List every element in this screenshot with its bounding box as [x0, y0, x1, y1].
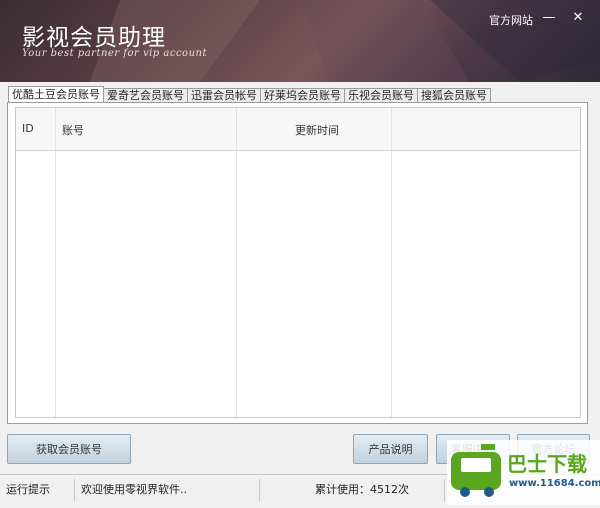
tab-youku[interactable]: 优酷土豆会员账号 [8, 86, 104, 103]
tab-panel: ID 账号 更新时间 [7, 102, 588, 424]
column-header-id: ID [22, 122, 34, 135]
column-id: ID [16, 108, 56, 417]
product-info-button[interactable]: 产品说明 [353, 434, 428, 464]
column-extra [392, 108, 580, 417]
status-message: 欢迎使用零视界软件.. [75, 479, 260, 501]
usage-count: 累计使用：4512次 [260, 479, 445, 501]
watermark-logo: 巴士下载 www.11684.com [447, 440, 600, 505]
column-account: 账号 [56, 108, 237, 417]
minimize-button[interactable]: — [540, 10, 558, 26]
app-title: 影视会员助理 [22, 25, 166, 51]
tab-hollywood[interactable]: 好莱坞会员账号 [260, 88, 345, 103]
column-header-update-time: 更新时间 [295, 124, 339, 137]
header-banner: 影视会员助理 Your best partner for vip account… [0, 0, 600, 82]
tab-sohu[interactable]: 搜狐会员账号 [417, 88, 491, 103]
tab-iqiyi[interactable]: 爱奇艺会员账号 [103, 88, 188, 103]
column-header-account: 账号 [62, 124, 84, 137]
watermark-brand: 巴士下载 [507, 452, 587, 476]
official-site-link[interactable]: 官方网站 [489, 12, 533, 28]
column-update-time: 更新时间 [237, 108, 392, 417]
close-button[interactable]: ✕ [569, 10, 587, 26]
status-label: 运行提示 [0, 479, 75, 501]
tab-letv[interactable]: 乐视会员账号 [344, 88, 418, 103]
app-subtitle: Your best partner for vip account [22, 48, 207, 59]
account-table[interactable]: ID 账号 更新时间 [15, 107, 581, 418]
account-tabs: 优酷土豆会员账号 爱奇艺会员账号 迅雷会员帐号 好莱坞会员账号 乐视会员账号 搜… [8, 86, 491, 103]
watermark-url: www.11684.com [509, 478, 600, 489]
get-account-button[interactable]: 获取会员账号 [7, 434, 131, 464]
tab-xunlei[interactable]: 迅雷会员帐号 [187, 88, 261, 103]
